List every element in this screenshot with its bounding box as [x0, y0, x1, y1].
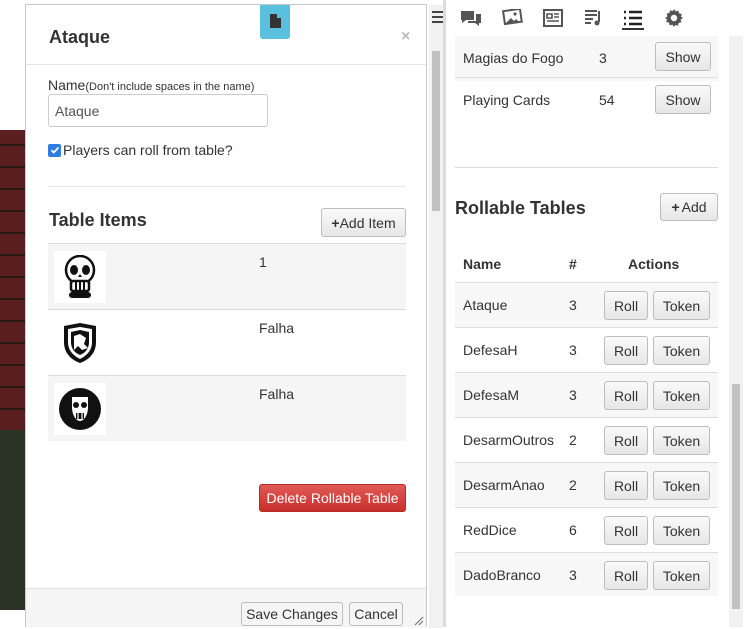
deck-row: Playing Cards 54 Show	[455, 77, 718, 122]
roll-button[interactable]: Roll	[604, 381, 648, 410]
token-button[interactable]: Token	[653, 471, 710, 500]
dialog-scrollbar-thumb[interactable]	[432, 51, 440, 211]
players-roll-option[interactable]: Players can roll from table?	[48, 142, 233, 158]
list-icon[interactable]	[622, 8, 644, 30]
image-icon[interactable]	[501, 8, 523, 28]
roll-button[interactable]: Roll	[604, 426, 648, 455]
cancel-button[interactable]: Cancel	[349, 602, 403, 626]
table-row: DadoBranco 3 Roll Token	[455, 552, 718, 597]
document-tab[interactable]	[260, 5, 290, 39]
deck-count: 54	[599, 92, 615, 108]
players-roll-label: Players can roll from table?	[63, 142, 233, 158]
sidebar-bottom	[446, 596, 729, 627]
skull-icon	[54, 251, 106, 303]
roll-button[interactable]: Roll	[604, 561, 648, 590]
mask-icon	[54, 383, 106, 435]
roll-button[interactable]: Roll	[604, 471, 648, 500]
close-icon[interactable]: ×	[401, 28, 410, 46]
document-icon	[269, 13, 281, 31]
table-name[interactable]: DadoBranco	[463, 553, 541, 597]
dialog-scrollbar[interactable]	[429, 5, 443, 628]
rollable-table-header: Name # Actions	[455, 242, 718, 287]
deck-row: Magias do Fogo 3 Show	[455, 36, 718, 81]
list-item: Falha	[48, 375, 406, 441]
token-button[interactable]: Token	[653, 561, 710, 590]
table-count: 3	[569, 387, 577, 403]
plus-icon: +	[671, 199, 680, 215]
table-name[interactable]: DefesaM	[463, 373, 519, 417]
column-header-name: Name	[463, 256, 502, 272]
table-name[interactable]: DesarmAnao	[463, 463, 545, 507]
roll-button[interactable]: Roll	[604, 291, 648, 320]
deck-count: 3	[599, 50, 607, 66]
sidebar-toolbar	[446, 0, 745, 36]
table-name[interactable]: DesarmOutros	[463, 418, 554, 462]
name-hint: (Don't include spaces in the name)	[85, 81, 255, 93]
show-deck-button[interactable]: Show	[655, 85, 711, 114]
tabletop-background	[0, 0, 25, 627]
section-divider	[455, 167, 718, 168]
rollable-tables-title: Rollable Tables	[455, 198, 586, 218]
delete-rollable-table-button[interactable]: Delete Rollable Table	[259, 484, 406, 512]
add-item-button[interactable]: + Add Item	[321, 208, 406, 237]
sidebar-panel: Magias do Fogo 3 Show Playing Cards 54 S…	[455, 36, 718, 597]
sidebar-scrollbar[interactable]	[729, 36, 743, 627]
token-button[interactable]: Token	[653, 516, 710, 545]
token-button[interactable]: Token	[653, 381, 710, 410]
table-row: RedDice 6 Roll Token	[455, 507, 718, 552]
roll-button[interactable]: Roll	[604, 516, 648, 545]
item-value: Falha	[259, 320, 295, 336]
table-count: 3	[569, 567, 577, 583]
table-row: DefesaM 3 Roll Token	[455, 372, 718, 417]
gear-icon[interactable]	[663, 8, 685, 28]
token-button[interactable]: Token	[653, 426, 710, 455]
panel-divider[interactable]	[443, 0, 446, 627]
table-count: 6	[569, 522, 577, 538]
plus-icon: +	[331, 214, 340, 231]
list-item: 1	[48, 243, 406, 309]
deck-name: Magias do Fogo	[463, 50, 564, 66]
table-count: 3	[569, 297, 577, 313]
token-button[interactable]: Token	[653, 336, 710, 365]
name-label: Name(Don't include spaces in the name)	[48, 77, 255, 93]
players-roll-checkbox[interactable]	[48, 143, 61, 157]
shield-crest-icon	[54, 317, 106, 369]
table-count: 2	[569, 477, 577, 493]
list-item: Falha	[48, 309, 406, 375]
rollable-table-dialog: Ataque × Name(Don't include spaces in th…	[25, 4, 443, 628]
item-value: 1	[259, 254, 267, 270]
save-changes-button[interactable]: Save Changes	[241, 602, 343, 626]
title-divider	[26, 64, 426, 65]
column-header-actions: Actions	[628, 256, 680, 272]
table-row: DesarmOutros 2 Roll Token	[455, 417, 718, 462]
table-row: DesarmAnao 2 Roll Token	[455, 462, 718, 507]
table-items-list: 1 Falha Falha	[48, 243, 406, 441]
table-name[interactable]: RedDice	[463, 508, 517, 552]
table-row: DefesaH 3 Roll Token	[455, 327, 718, 372]
deck-name: Playing Cards	[463, 92, 551, 108]
table-name[interactable]: Ataque	[463, 283, 507, 327]
resize-handle-icon[interactable]	[412, 613, 424, 626]
table-row: Ataque 3 Roll Token	[455, 282, 718, 327]
add-rollable-table-button[interactable]: + Add	[660, 193, 718, 221]
journal-icon[interactable]	[542, 8, 564, 28]
roll-button[interactable]: Roll	[604, 336, 648, 365]
music-icon[interactable]	[582, 8, 604, 28]
section-divider	[48, 186, 406, 187]
table-count: 2	[569, 432, 577, 448]
dialog-title: Ataque	[49, 27, 111, 47]
column-header-count: #	[569, 256, 577, 272]
table-name[interactable]: DefesaH	[463, 328, 517, 372]
table-items-title: Table Items	[49, 210, 147, 230]
table-count: 3	[569, 342, 577, 358]
item-value: Falha	[259, 386, 295, 402]
show-deck-button[interactable]: Show	[655, 42, 711, 71]
sidebar-scrollbar-thumb[interactable]	[732, 384, 740, 609]
chat-icon[interactable]	[460, 8, 482, 28]
name-input[interactable]	[48, 94, 268, 127]
dialog-footer: Save Changes Cancel	[26, 588, 426, 627]
token-button[interactable]: Token	[653, 291, 710, 320]
